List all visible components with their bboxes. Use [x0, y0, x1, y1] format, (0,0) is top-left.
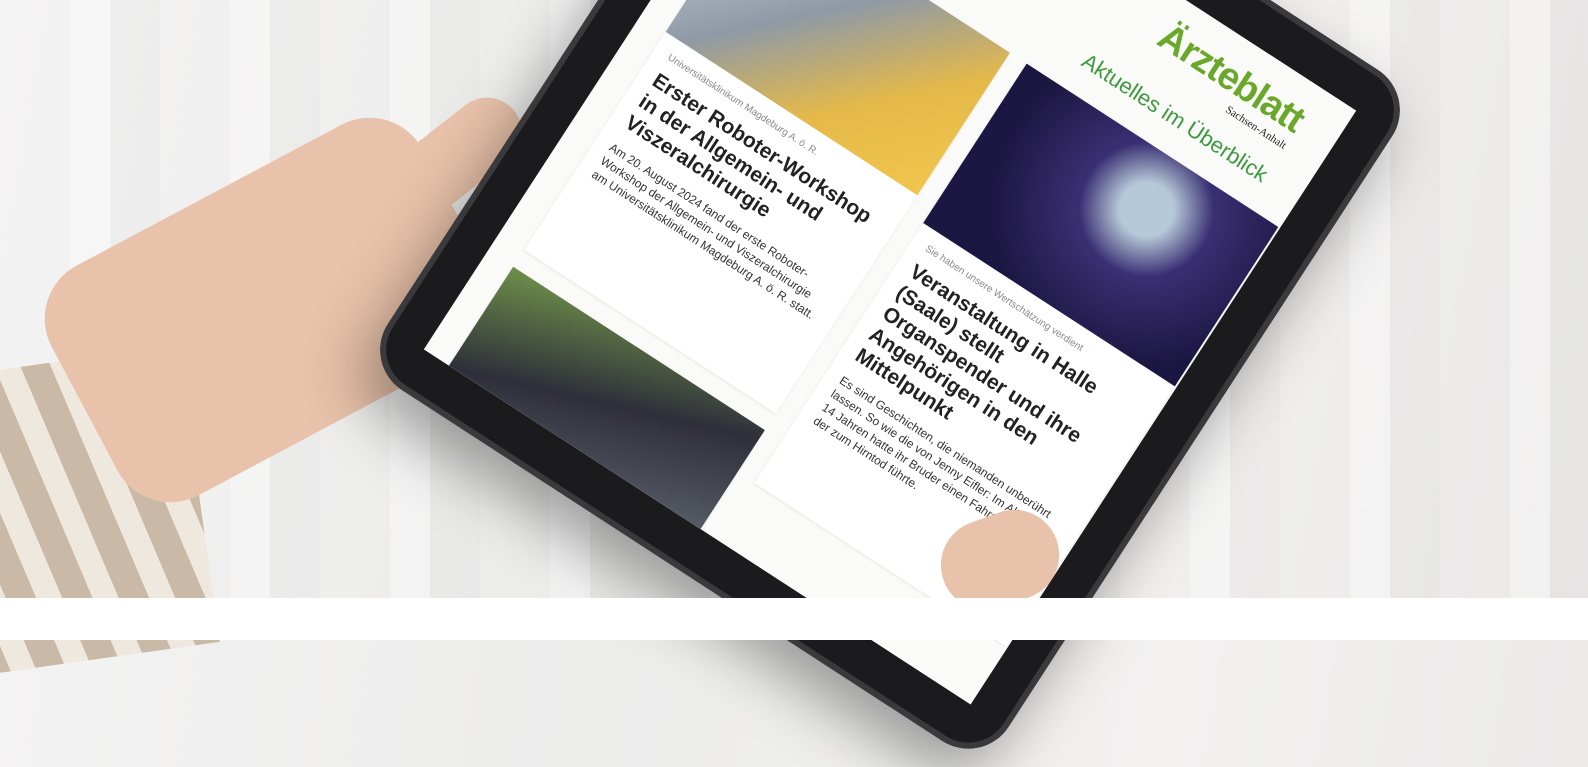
aerzteblatt-logo: Ärzteblatt Sachsen-Anhalt: [1143, 16, 1311, 152]
page-bottom-band: [0, 598, 1588, 640]
bottom-notch: [260, 608, 324, 640]
